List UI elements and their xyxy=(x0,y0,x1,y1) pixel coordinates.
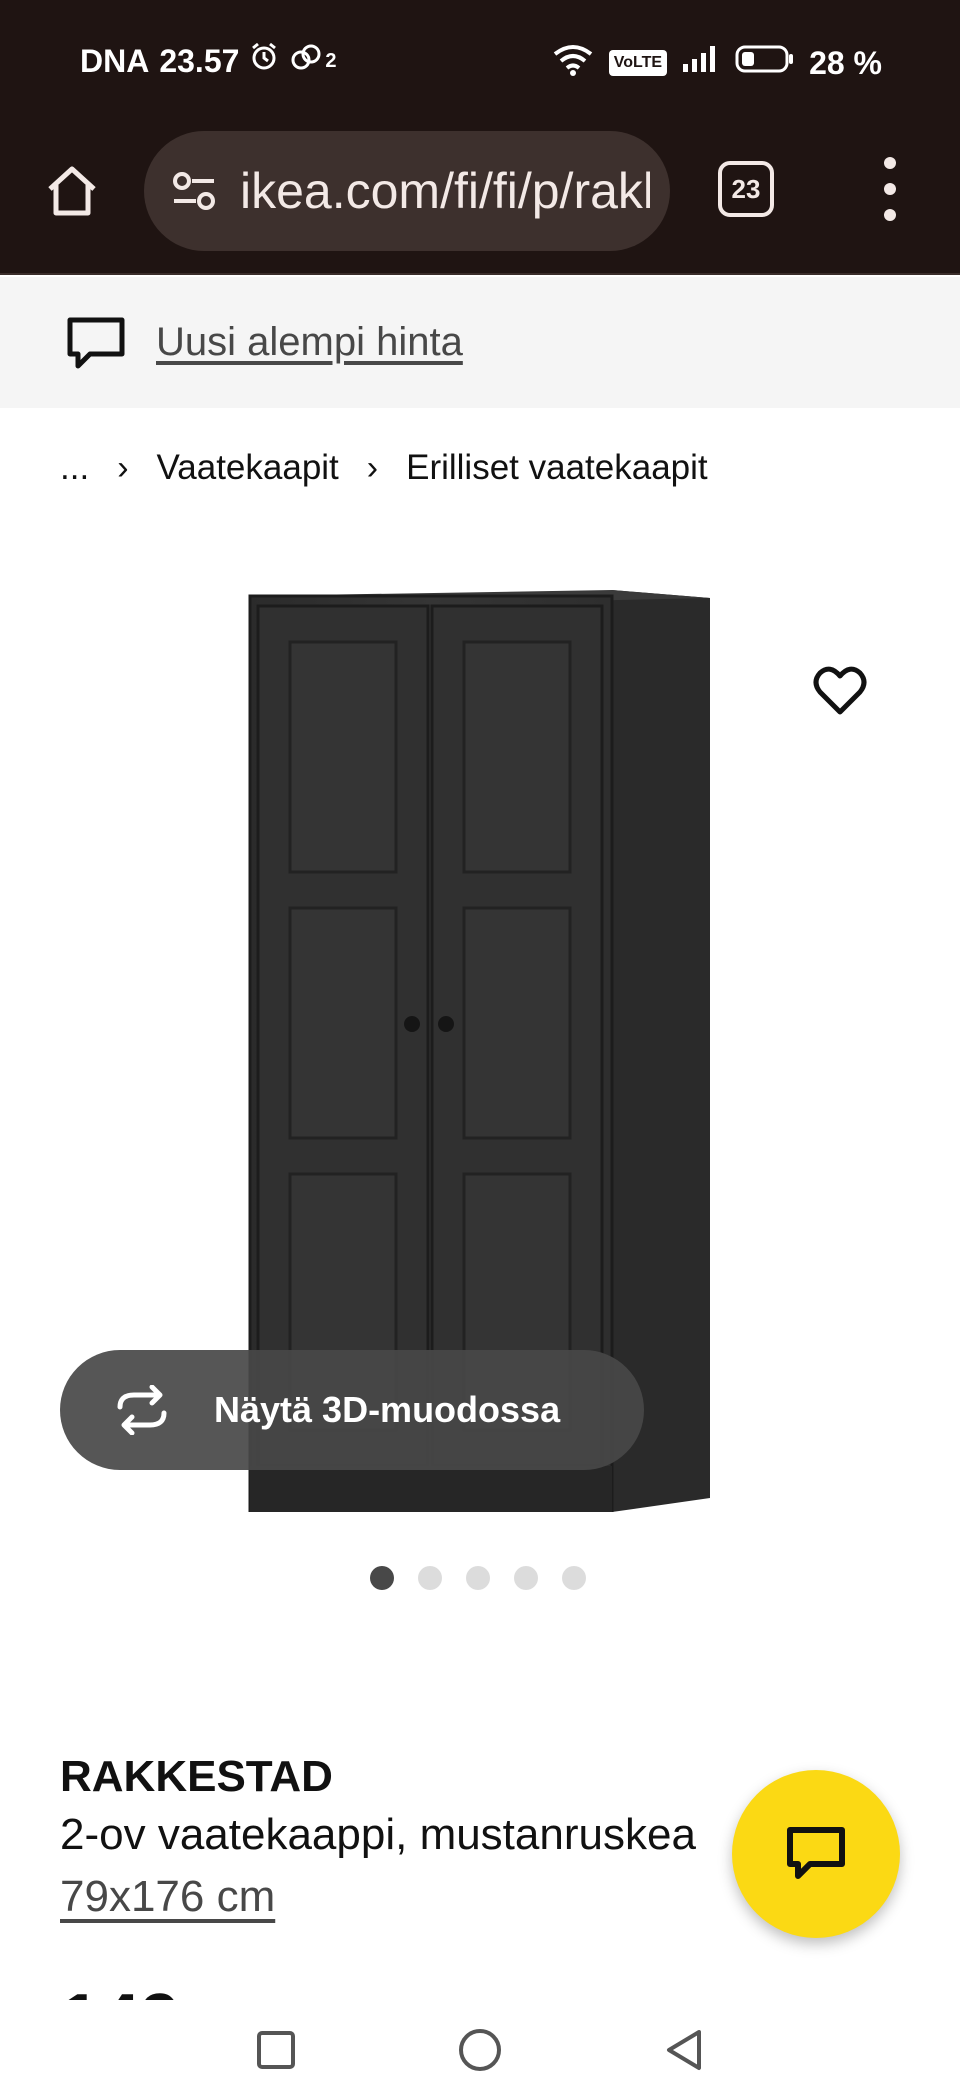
back-button[interactable] xyxy=(656,2022,712,2078)
rotate-icon xyxy=(117,1385,167,1435)
price-value: 149 xyxy=(60,1984,180,2000)
product-size-link[interactable]: 79x176 cm xyxy=(60,1872,275,1922)
tab-count-label: 23 xyxy=(731,173,761,204)
link-icon xyxy=(289,42,323,80)
chat-button[interactable] xyxy=(732,1770,900,1938)
signal-sup-label: 2 xyxy=(325,49,337,72)
recents-square-icon xyxy=(257,2031,295,2069)
url-bar[interactable]: ikea.com/fi/fi/p/rakkestad xyxy=(144,131,670,251)
chat-bubble-icon xyxy=(67,317,125,368)
android-nav-bar xyxy=(0,2000,960,2100)
carousel-dot-2[interactable] xyxy=(418,1566,442,1590)
tabs-button[interactable]: 23 xyxy=(718,161,774,217)
home-nav-button[interactable] xyxy=(452,2022,508,2078)
home-icon xyxy=(48,166,96,216)
breadcrumb-freestanding-wardrobes[interactable]: Erilliset vaatekaapit xyxy=(406,448,708,488)
menu-dot xyxy=(884,209,896,221)
menu-dot xyxy=(884,183,896,195)
view-3d-label: Näytä 3D-muodossa xyxy=(214,1389,561,1430)
product-name: RAKKESTAD xyxy=(60,1752,333,1801)
back-triangle-icon xyxy=(667,2030,701,2070)
status-bar: DNA 23.57 2 VoLTE 28 % xyxy=(0,0,960,125)
product-price-partial: 149 xyxy=(60,1984,180,2000)
carousel-dot-5[interactable] xyxy=(562,1566,586,1590)
product-description: 2-ov vaatekaappi, mustanruskea xyxy=(60,1810,696,1859)
carousel-dot-1[interactable] xyxy=(370,1566,394,1590)
battery-label: 28 % xyxy=(809,44,882,81)
view-3d-button[interactable]: Näytä 3D-muodossa xyxy=(60,1350,644,1470)
wifi-icon xyxy=(551,42,595,84)
status-left: DNA 23.57 2 xyxy=(80,42,337,80)
url-text[interactable]: ikea.com/fi/fi/p/rakkestad xyxy=(240,162,650,220)
breadcrumb-ellipsis[interactable]: ... xyxy=(60,448,89,488)
site-settings-icon[interactable] xyxy=(170,167,218,215)
carousel-dots xyxy=(370,1566,586,1590)
volte-icon: VoLTE xyxy=(608,50,668,76)
carousel-dot-4[interactable] xyxy=(514,1566,538,1590)
chat-icon xyxy=(787,1827,845,1879)
alarm-icon xyxy=(249,42,279,80)
signal-icon xyxy=(681,44,721,82)
browser-toolbar: ikea.com/fi/fi/p/rakkestad 23 xyxy=(0,125,960,275)
heart-icon xyxy=(813,666,867,715)
wishlist-button[interactable] xyxy=(810,660,870,720)
battery-icon xyxy=(735,44,795,82)
breadcrumb-wardrobes[interactable]: Vaatekaapit xyxy=(157,448,339,488)
carousel-dot-3[interactable] xyxy=(466,1566,490,1590)
home-circle-icon xyxy=(459,2029,501,2071)
time-label: 23.57 xyxy=(159,42,240,79)
breadcrumb-separator: › xyxy=(366,448,379,487)
home-button[interactable] xyxy=(36,155,108,227)
price-notice-banner: Uusi alempi hinta xyxy=(0,277,960,408)
new-lower-price-link[interactable]: Uusi alempi hinta xyxy=(156,320,463,365)
recents-button[interactable] xyxy=(248,2022,304,2078)
more-vert-icon[interactable] xyxy=(866,153,914,225)
menu-dot xyxy=(884,157,896,169)
breadcrumb: ... › Vaatekaapit › Erilliset vaatekaapi… xyxy=(60,448,708,488)
breadcrumb-separator: › xyxy=(117,448,129,487)
status-right: VoLTE 28 % xyxy=(551,42,882,84)
carrier-label: DNA xyxy=(80,42,150,79)
